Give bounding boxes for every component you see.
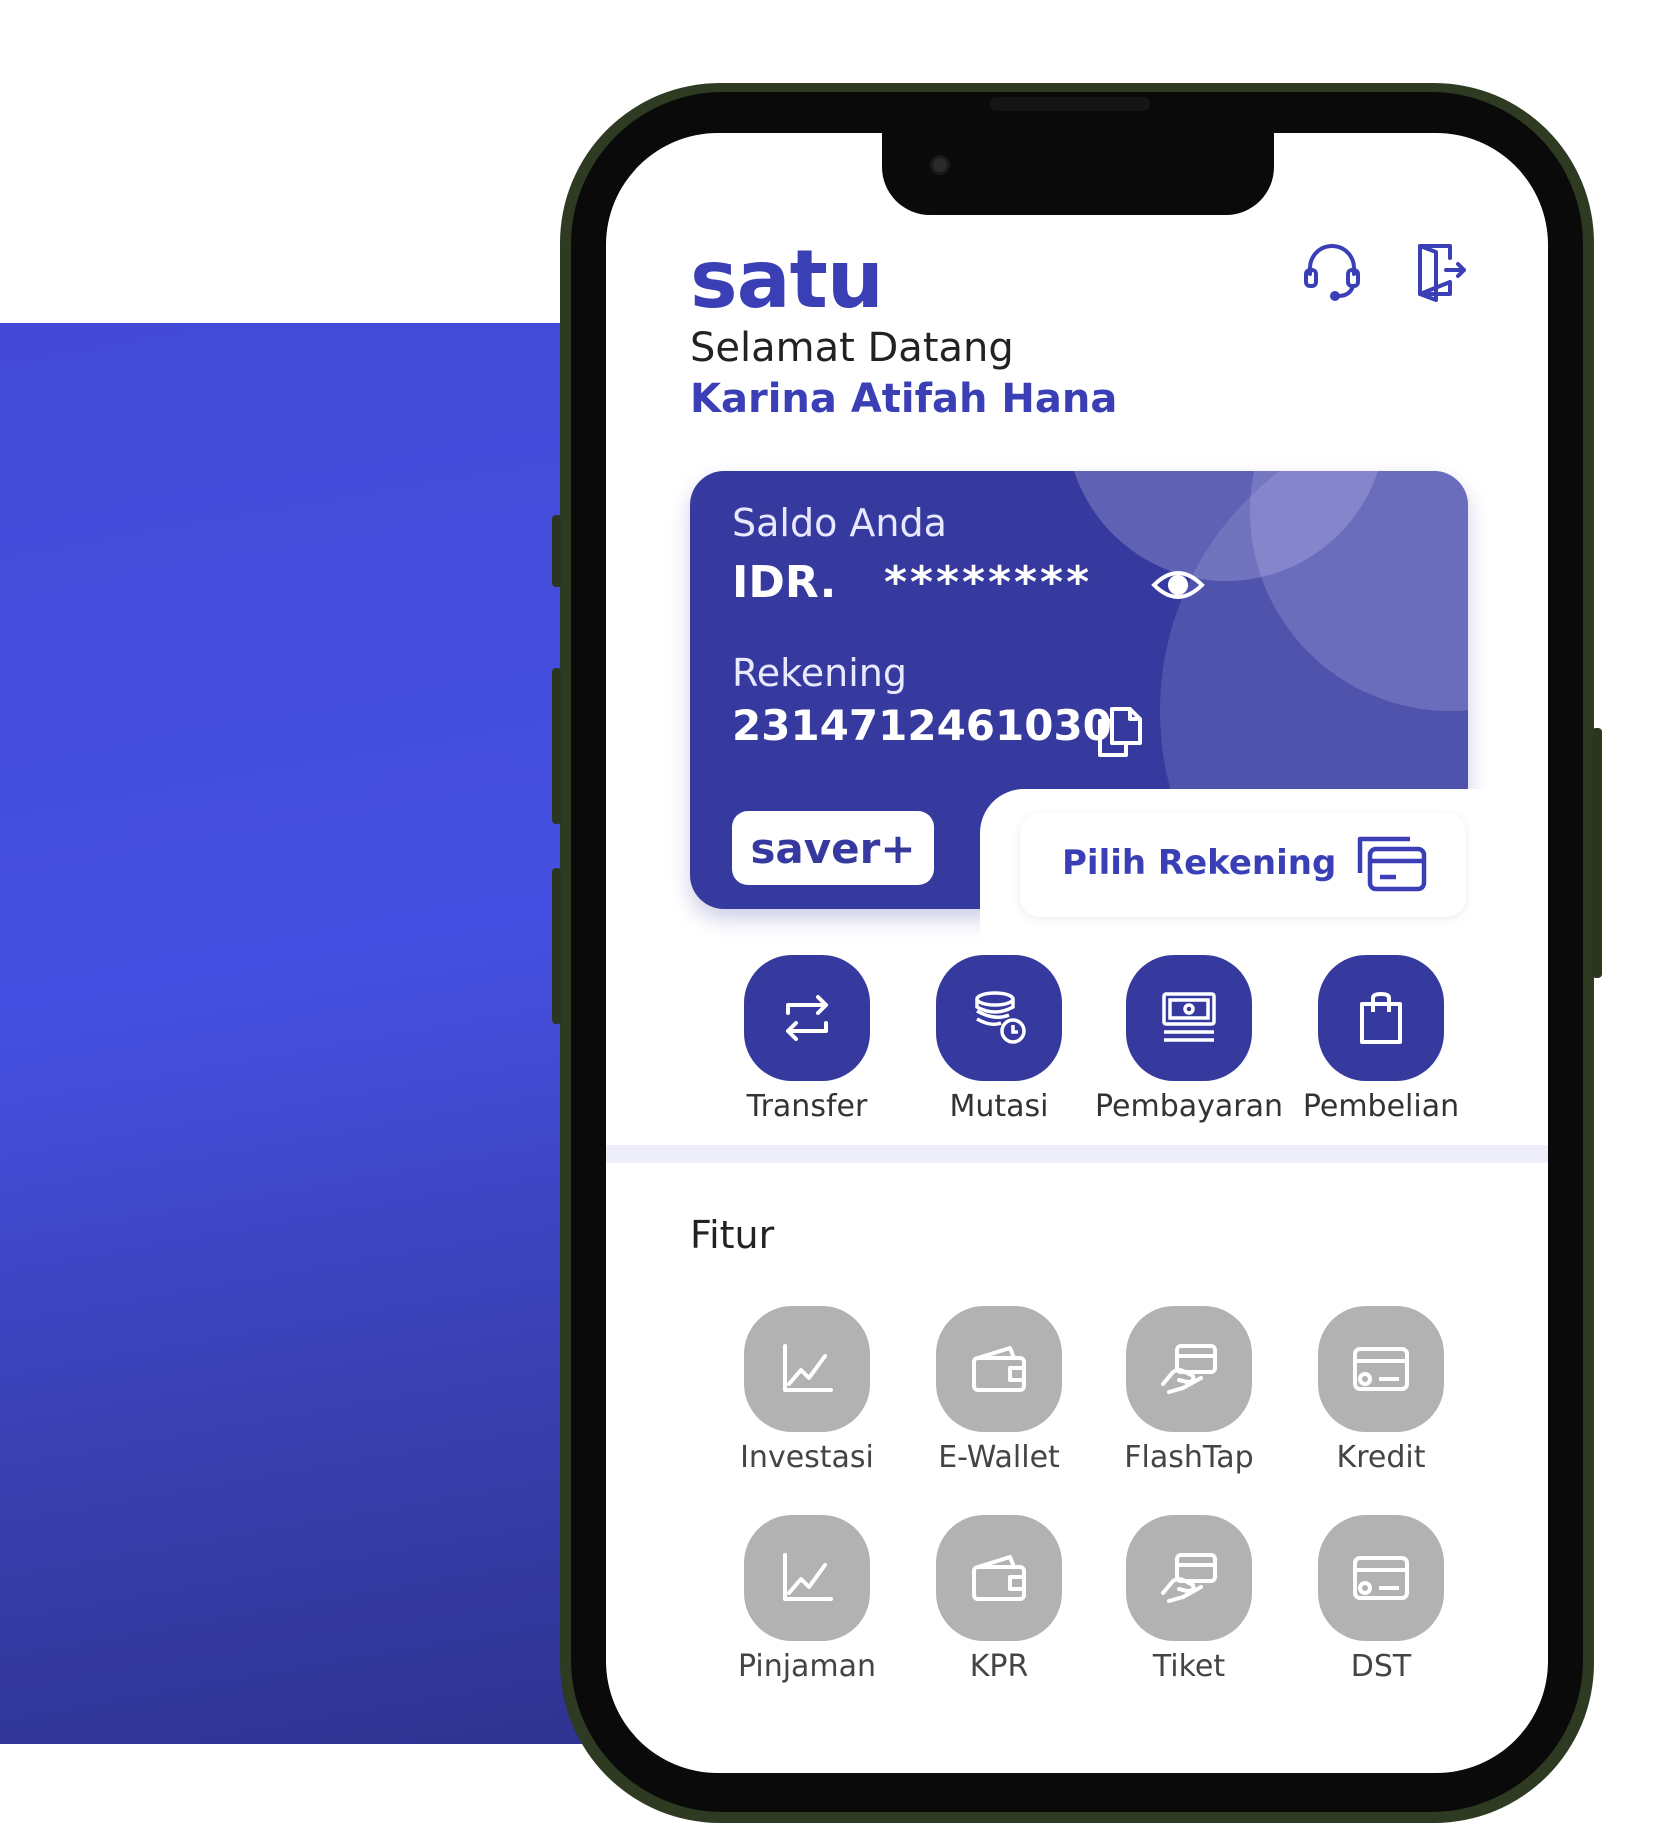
feature-tiket[interactable]: Tiket <box>1094 1515 1284 1684</box>
balance-label: Saldo Anda <box>732 501 947 545</box>
credit-card-icon <box>1318 1515 1444 1641</box>
feature-pinjaman[interactable]: Pinjaman <box>712 1515 902 1684</box>
feature-e-wallet[interactable]: E-Wallet <box>904 1306 1094 1475</box>
welcome-text: Selamat Datang <box>690 325 1014 371</box>
wallet-icon <box>936 1515 1062 1641</box>
app-logo: satu <box>690 233 884 326</box>
feature-label: KPR <box>969 1649 1029 1684</box>
copy-icon[interactable] <box>1094 705 1146 763</box>
chart-line-icon <box>744 1306 870 1432</box>
select-account-button[interactable]: Pilih Rekening <box>1020 813 1466 917</box>
quick-action-label: Pembelian <box>1302 1089 1460 1124</box>
feature-label: Kredit <box>1336 1440 1426 1475</box>
user-name: Karina Atifah Hana <box>690 376 1118 422</box>
feature-flashtap[interactable]: FlashTap <box>1094 1306 1284 1475</box>
phone-power-button <box>1592 728 1602 978</box>
shopping-bag-icon <box>1318 955 1444 1081</box>
chart-line-icon <box>744 1515 870 1641</box>
background-panel <box>0 323 640 1744</box>
quick-action-transfer[interactable]: Transfer <box>712 955 902 1124</box>
feature-label: Investasi <box>740 1440 874 1475</box>
features-title: Fitur <box>690 1213 775 1257</box>
quick-action-label: Mutasi <box>949 1089 1049 1124</box>
product-badge: saver+ <box>732 811 934 885</box>
phone-screen: satu Selamat Datang Karina Atifah Hana S… <box>606 133 1548 1773</box>
quick-action-mutasi[interactable]: Mutasi <box>904 955 1094 1124</box>
phone-volume-up <box>552 668 562 824</box>
tap-card-icon <box>1126 1306 1252 1432</box>
feature-kpr[interactable]: KPR <box>904 1515 1094 1684</box>
feature-dst[interactable]: DST <box>1286 1515 1476 1684</box>
feature-kredit[interactable]: Kredit <box>1286 1306 1476 1475</box>
wallet-icon <box>936 1306 1062 1432</box>
logout-door-icon[interactable] <box>1406 238 1470 302</box>
feature-investasi[interactable]: Investasi <box>712 1306 902 1475</box>
cards-icon <box>1352 833 1428 899</box>
credit-card-icon <box>1318 1306 1444 1432</box>
headset-icon[interactable] <box>1300 238 1364 302</box>
phone-speaker <box>990 97 1150 111</box>
feature-label: Pinjaman <box>737 1649 877 1684</box>
feature-label: Tiket <box>1152 1649 1226 1684</box>
section-divider <box>606 1145 1548 1163</box>
quick-action-pembelian[interactable]: Pembelian <box>1286 955 1476 1124</box>
coins-clock-icon <box>936 955 1062 1081</box>
quick-action-label: Pembayaran <box>1095 1089 1283 1124</box>
front-camera <box>930 155 950 175</box>
tap-card-icon <box>1126 1515 1252 1641</box>
phone-volume-down <box>552 868 562 1024</box>
transfer-arrows-icon <box>744 955 870 1081</box>
eye-icon[interactable] <box>1150 565 1206 609</box>
currency-label: IDR. <box>732 557 837 608</box>
balance-masked: ******** <box>884 557 1093 608</box>
quick-action-label: Transfer <box>746 1089 868 1124</box>
bill-payment-icon <box>1126 955 1252 1081</box>
feature-label: E-Wallet <box>938 1440 1060 1475</box>
feature-label: FlashTap <box>1124 1440 1254 1475</box>
phone-mute-switch <box>552 515 562 587</box>
account-number: 2314712461030 <box>732 701 1112 750</box>
quick-action-pembayaran[interactable]: Pembayaran <box>1094 955 1284 1124</box>
account-label: Rekening <box>732 651 907 695</box>
select-account-label: Pilih Rekening <box>1062 843 1337 883</box>
feature-label: DST <box>1350 1649 1412 1684</box>
